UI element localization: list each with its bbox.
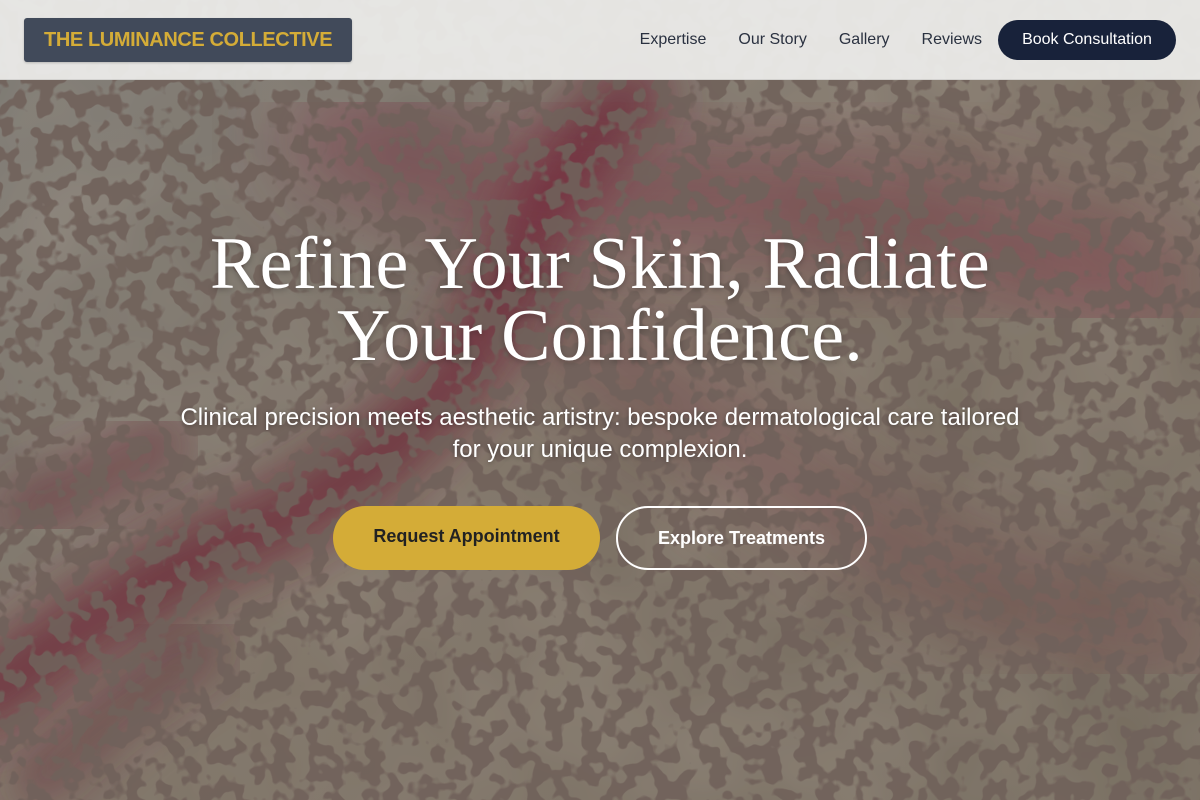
main-nav: Expertise Our Story Gallery Reviews xyxy=(640,0,982,80)
book-consultation-button[interactable]: Book Consultation xyxy=(998,20,1176,60)
nav-link-our-story[interactable]: Our Story xyxy=(738,31,806,49)
request-appointment-button[interactable]: Request Appointment xyxy=(333,506,600,570)
nav-link-reviews[interactable]: Reviews xyxy=(922,31,982,49)
nav-link-gallery[interactable]: Gallery xyxy=(839,31,890,49)
hero-content: Refine Your Skin, Radiate Your Confidenc… xyxy=(0,223,1200,570)
nav-link-expertise[interactable]: Expertise xyxy=(640,31,707,49)
brand-name: THE LUMINANCE COLLECTIVE xyxy=(44,28,333,51)
hero-subtitle: Clinical precision meets aesthetic artis… xyxy=(180,404,1020,463)
brand-logo[interactable]: THE LUMINANCE COLLECTIVE xyxy=(24,18,353,62)
site-header: THE LUMINANCE COLLECTIVE Expertise Our S… xyxy=(0,0,1200,80)
explore-treatments-button[interactable]: Explore Treatments xyxy=(616,506,867,570)
hero-title: Refine Your Skin, Radiate Your Confidenc… xyxy=(210,223,990,377)
hero-actions: Request Appointment Explore Treatments xyxy=(0,506,1200,570)
